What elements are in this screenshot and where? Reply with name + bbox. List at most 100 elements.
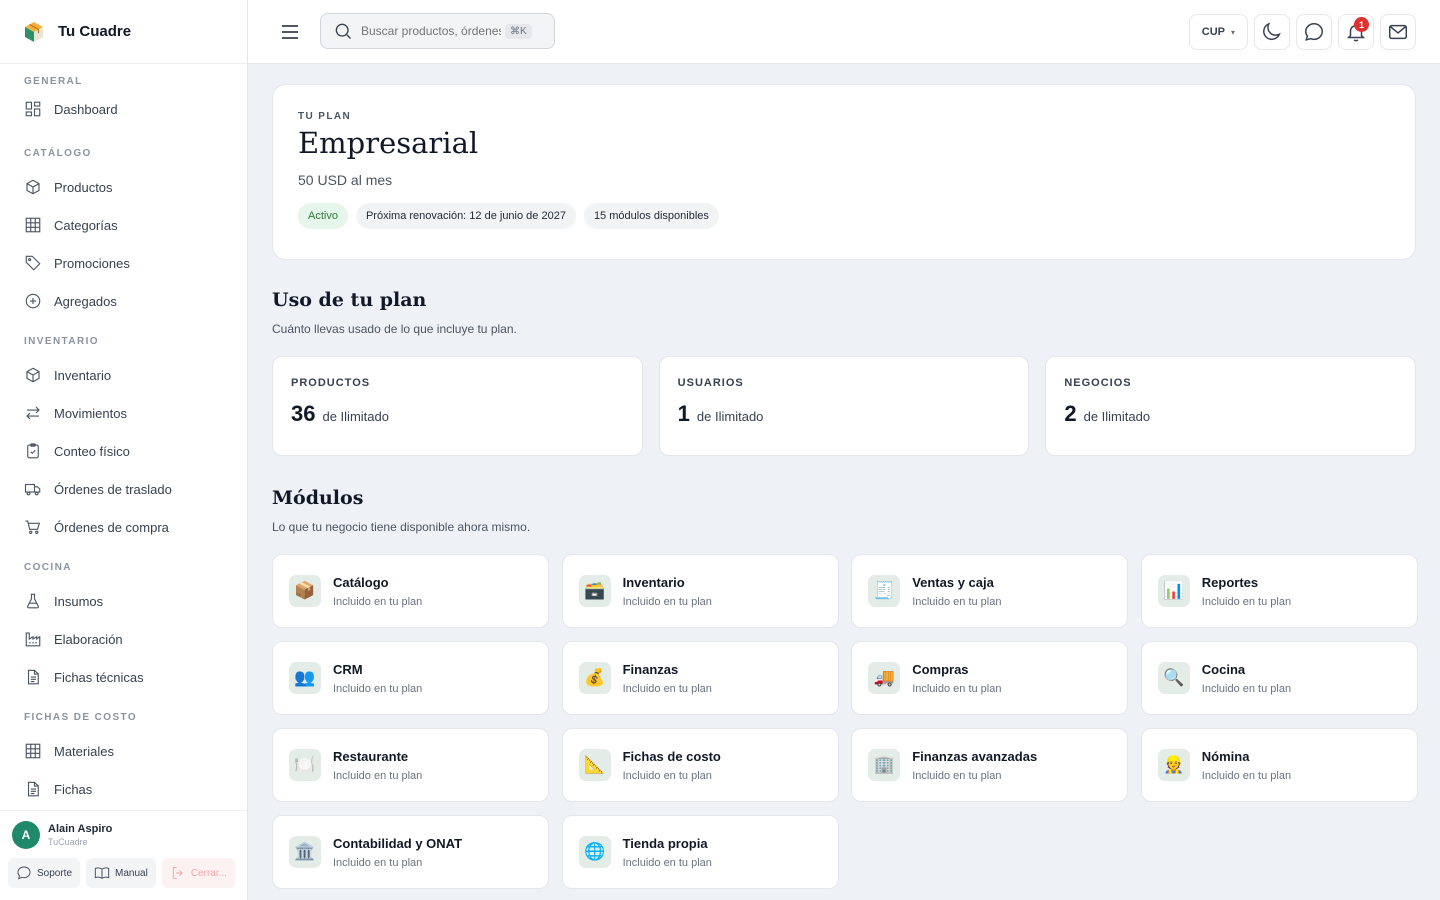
plan-eyebrow: TU PLAN xyxy=(298,111,352,122)
people-icon: 👥 xyxy=(289,662,321,694)
money-bag-icon: 💰 xyxy=(578,662,611,694)
usage-limit: de Ilimitado xyxy=(696,409,764,424)
module-card-finanzas[interactable]: 💰 Finanzas Incluido en tu plan xyxy=(561,641,839,715)
delivery-truck-icon: 🚚 xyxy=(868,662,901,694)
hamburger-icon xyxy=(282,25,298,39)
topbar: ⌘K CUP ▾ 1 xyxy=(248,0,1440,64)
main-content: TU PLAN Empresarial 50 USD al mes Activo… xyxy=(272,84,1418,889)
notification-badge: 1 xyxy=(1354,17,1369,32)
usage-card-negocios: NEGOCIOS 2 de Ilimitado xyxy=(1045,356,1417,456)
book-icon xyxy=(94,867,110,879)
currency-value: CUP xyxy=(1201,26,1225,38)
support-button[interactable]: Soporte xyxy=(8,858,81,888)
sidebar-item-insumos[interactable]: Insumos xyxy=(0,582,247,620)
module-card-tienda-propia[interactable]: 🌐 Tienda propia Incluido en tu plan xyxy=(561,815,839,889)
sidebar-item-label: Productos xyxy=(54,179,113,195)
module-card-finanzas-avanzadas[interactable]: 🏢 Finanzas avanzadas Incluido en tu plan xyxy=(851,728,1129,802)
sidebar-item-categorias[interactable]: Categorías xyxy=(0,206,247,244)
sidebar-item-promociones[interactable]: Promociones xyxy=(0,244,247,282)
manual-label: Manual xyxy=(115,867,148,879)
chevron-down-icon: ▾ xyxy=(1230,27,1235,37)
module-name: Compras xyxy=(912,661,969,677)
sidebar-item-ordenes-compra[interactable]: Órdenes de compra xyxy=(0,508,247,546)
sidebar-item-fichas-tecnicas[interactable]: Fichas técnicas xyxy=(0,658,247,696)
currency-select[interactable]: CUP ▾ xyxy=(1188,14,1248,50)
mail-icon xyxy=(1389,24,1407,40)
module-card-ventas-caja[interactable]: 🧾 Ventas y caja Incluido en tu plan xyxy=(851,554,1129,628)
brand[interactable]: Tu Cuadre xyxy=(0,0,247,64)
notifications-button[interactable]: 1 xyxy=(1338,14,1374,50)
user-actions: Soporte Manual Cerrar... xyxy=(8,858,239,888)
module-status: Incluido en tu plan xyxy=(622,856,712,869)
sidebar-nav: GENERAL Dashboard CATÁLOGO Productos Cat… xyxy=(0,64,247,810)
chat-button[interactable] xyxy=(1296,14,1332,50)
sidebar-item-elaboracion[interactable]: Elaboración xyxy=(0,620,247,658)
sidebar-item-label: Órdenes de compra xyxy=(54,519,169,535)
sidebar-item-label: Dashboard xyxy=(54,101,118,117)
module-card-catalogo[interactable]: 📦 Catálogo Incluido en tu plan xyxy=(272,554,549,628)
module-name: Tienda propia xyxy=(622,835,708,851)
sidebar-item-fichas[interactable]: Fichas xyxy=(0,770,247,808)
search-input[interactable] xyxy=(361,24,501,38)
sidebar-item-agregados[interactable]: Agregados xyxy=(0,282,247,320)
plus-circle-icon xyxy=(25,293,41,309)
receipt-icon: 🧾 xyxy=(868,575,901,607)
sidebar-item-label: Inventario xyxy=(54,367,112,383)
usage-number: 1 xyxy=(677,401,690,426)
box-icon xyxy=(26,367,40,383)
sidebar-item-label: Insumos xyxy=(54,593,104,609)
module-name: CRM xyxy=(333,661,363,677)
module-card-crm[interactable]: 👥 CRM Incluido en tu plan xyxy=(272,641,549,715)
usage-card-usuarios: USUARIOS 1 de Ilimitado xyxy=(658,356,1030,456)
module-card-reportes[interactable]: 📊 Reportes Incluido en tu plan xyxy=(1140,554,1418,628)
sidebar-item-label: Categorías xyxy=(54,217,118,233)
manual-button[interactable]: Manual xyxy=(86,858,156,888)
flask-icon xyxy=(27,593,39,609)
logout-button[interactable]: Cerrar... xyxy=(161,858,235,888)
sidebar-item-label: Fichas xyxy=(54,781,93,797)
module-status: Incluido en tu plan xyxy=(333,682,423,695)
module-status: Incluido en tu plan xyxy=(622,682,712,695)
section-label-cocina: COCINA xyxy=(24,562,72,573)
logout-icon xyxy=(172,867,183,879)
module-card-contabilidad-onat[interactable]: 🏛️ Contabilidad y ONAT Incluido en tu pla… xyxy=(272,815,549,889)
sidebar-item-ordenes-traslado[interactable]: Órdenes de traslado xyxy=(0,470,247,508)
search-box[interactable]: ⌘K xyxy=(320,13,555,49)
sidebar-item-movimientos[interactable]: Movimientos xyxy=(0,394,247,432)
box-icon xyxy=(26,179,40,195)
plate-icon: 🍽️ xyxy=(289,749,321,781)
sidebar-item-materiales[interactable]: Materiales xyxy=(0,732,247,770)
chat-bubble-icon xyxy=(1305,23,1323,41)
section-label-general: GENERAL xyxy=(24,76,83,87)
user-profile[interactable]: A Alain Aspiro TuCuadre xyxy=(12,821,239,849)
module-card-restaurante[interactable]: 🍽️ Restaurante Incluido en tu plan xyxy=(272,728,549,802)
module-card-fichas-costo[interactable]: 📐 Fichas de costo Incluido en tu plan xyxy=(561,728,839,802)
globe-icon: 🌐 xyxy=(578,836,611,868)
menu-toggle-button[interactable] xyxy=(278,20,302,44)
module-card-inventario[interactable]: 🗃️ Inventario Incluido en tu plan xyxy=(561,554,839,628)
usage-label: NEGOCIOS xyxy=(1064,377,1132,389)
topbar-actions: CUP ▾ 1 xyxy=(1188,14,1416,50)
usage-subtitle: Cuánto llevas usado de lo que incluye tu… xyxy=(272,322,517,336)
user-name: Alain Aspiro xyxy=(48,823,113,835)
modules-count-badge: 15 módulos disponibles xyxy=(583,203,719,229)
module-status: Incluido en tu plan xyxy=(1201,769,1292,782)
module-name: Ventas y caja xyxy=(912,574,994,590)
module-card-compras[interactable]: 🚚 Compras Incluido en tu plan xyxy=(851,641,1129,715)
module-card-nomina[interactable]: 👷 Nómina Incluido en tu plan xyxy=(1140,728,1418,802)
search-shortcut: ⌘K xyxy=(505,23,532,39)
usage-card-productos: PRODUCTOS 36 de Ilimitado xyxy=(272,356,643,456)
sidebar-item-inventario[interactable]: Inventario xyxy=(0,356,247,394)
module-card-cocina[interactable]: 🔍 Cocina Incluido en tu plan xyxy=(1140,641,1418,715)
magnifier-icon: 🔍 xyxy=(1157,662,1190,694)
sidebar-item-conteo-fisico[interactable]: Conteo físico xyxy=(0,432,247,470)
sidebar-item-productos[interactable]: Productos xyxy=(0,168,247,206)
arrows-icon xyxy=(26,406,40,420)
plan-card: TU PLAN Empresarial 50 USD al mes Activo… xyxy=(272,84,1416,260)
modules-subtitle: Lo que tu negocio tiene disponible ahora… xyxy=(272,520,531,534)
theme-toggle-button[interactable] xyxy=(1254,14,1290,50)
sidebar-item-dashboard[interactable]: Dashboard xyxy=(0,90,247,128)
mail-button[interactable] xyxy=(1380,14,1416,50)
section-label-catalogo: CATÁLOGO xyxy=(24,148,92,159)
ruler-icon: 📐 xyxy=(578,749,611,781)
